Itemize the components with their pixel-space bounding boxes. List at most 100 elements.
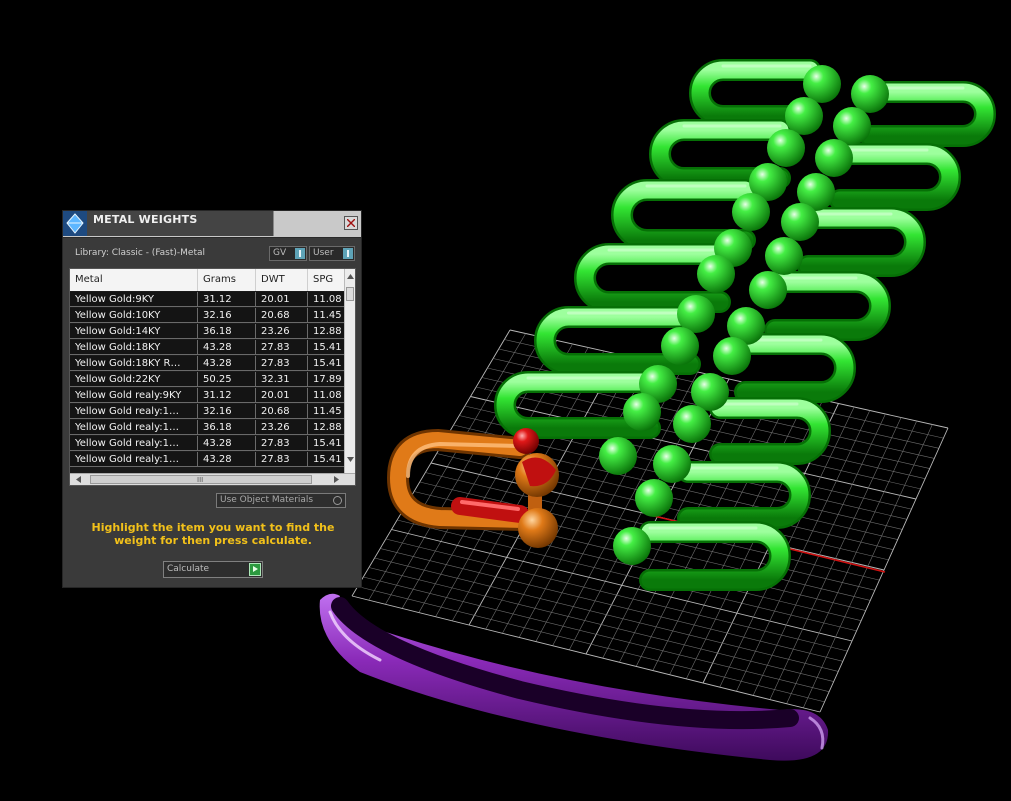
user-toggle[interactable]: User (309, 246, 355, 261)
chain-bead (673, 405, 711, 443)
chain-bead (749, 271, 787, 309)
chain-bead (653, 445, 691, 483)
toggle-indicator-icon (295, 248, 305, 259)
chain-link-right-shade (736, 335, 854, 401)
cell-spg: 11.45 (308, 404, 348, 419)
cell-spg: 15.41 (308, 356, 348, 371)
radio-icon[interactable] (333, 496, 342, 505)
vertical-scroll-thumb[interactable] (346, 287, 354, 301)
cell-metal: Yellow Gold realy:1… (70, 420, 198, 435)
title-tab: METAL WEIGHTS (87, 211, 274, 236)
cell-grams: 43.28 (198, 340, 256, 355)
chain-bead (765, 237, 803, 275)
chain-bead (613, 527, 651, 565)
cell-grams: 43.28 (198, 452, 256, 467)
column-header-dwt[interactable]: DWT (256, 269, 308, 291)
cell-dwt: 27.83 (256, 340, 308, 355)
cell-dwt: 20.68 (256, 308, 308, 323)
table-row[interactable]: Yellow Gold:10KY 32.16 20.68 11.45 (70, 308, 348, 323)
cell-grams: 31.12 (198, 292, 256, 307)
scroll-up-arrow-icon[interactable] (346, 273, 355, 281)
green-chain-model[interactable] (494, 59, 996, 591)
cell-grams: 43.28 (198, 436, 256, 451)
close-icon (347, 219, 355, 227)
column-header-metal[interactable]: Metal (70, 269, 198, 291)
panel-title: METAL WEIGHTS (93, 213, 198, 226)
user-label: User (313, 248, 334, 258)
cell-dwt: 20.01 (256, 388, 308, 403)
cell-dwt: 23.26 (256, 420, 308, 435)
table-row[interactable]: Yellow Gold:9KY 31.12 20.01 11.08 (70, 292, 348, 307)
cell-metal: Yellow Gold realy:9KY (70, 388, 198, 403)
table-row[interactable]: Yellow Gold realy:1… 43.28 27.83 15.41 (70, 436, 348, 451)
chain-link-right-shade (711, 399, 829, 463)
cell-spg: 12.88 (308, 420, 348, 435)
chain-bead (732, 193, 770, 231)
chain-bead (785, 97, 823, 135)
cell-dwt: 27.83 (256, 436, 308, 451)
table-row[interactable]: Yellow Gold realy:1… 32.16 20.68 11.45 (70, 404, 348, 419)
table-row[interactable]: Yellow Gold:22KY 50.25 32.31 17.89 (70, 372, 348, 387)
calculate-button[interactable]: Calculate (163, 561, 263, 578)
chain-bead (635, 479, 673, 517)
orange-clasp-model[interactable] (386, 428, 559, 548)
cell-grams: 36.18 (198, 324, 256, 339)
cell-grams: 36.18 (198, 420, 256, 435)
chain-bead (713, 337, 751, 375)
metal-weights-panel: METAL WEIGHTS Library: Classic - (Fast)-… (62, 210, 362, 588)
table-row[interactable]: Yellow Gold realy:9KY 31.12 20.01 11.08 (70, 388, 348, 403)
close-button[interactable] (344, 216, 358, 230)
chain-bead (697, 255, 735, 293)
cell-dwt: 27.83 (256, 356, 308, 371)
gv-toggle[interactable]: GV (269, 246, 307, 261)
chain-link-right-shade (799, 209, 924, 275)
chain-bead (623, 393, 661, 431)
table-row[interactable]: Yellow Gold realy:1… 43.28 27.83 15.41 (70, 452, 348, 467)
table-row[interactable]: Yellow Gold:18KY 43.28 27.83 15.41 (70, 340, 348, 355)
panel-header[interactable]: METAL WEIGHTS (63, 211, 361, 238)
cell-metal: Yellow Gold:22KY (70, 372, 198, 387)
chain-link-right-shade (766, 273, 889, 339)
chain-bead (767, 129, 805, 167)
gv-label: GV (273, 248, 287, 258)
cell-grams: 43.28 (198, 356, 256, 371)
cell-metal: Yellow Gold:14KY (70, 324, 198, 339)
table-row[interactable]: Yellow Gold:18KY R… 43.28 27.83 15.41 (70, 356, 348, 371)
scroll-left-arrow-icon[interactable] (75, 475, 83, 484)
chain-bead (599, 437, 637, 475)
cell-spg: 15.41 (308, 452, 348, 467)
purple-ring-model[interactable] (319, 593, 829, 761)
instruction-text: Highlight the item you want to find the … (91, 521, 335, 547)
scroll-down-arrow-icon[interactable] (346, 455, 355, 463)
cell-dwt: 32.31 (256, 372, 308, 387)
cell-grams: 32.16 (198, 308, 256, 323)
play-arrow-icon (249, 563, 261, 576)
column-header-spg[interactable]: SPG (308, 269, 348, 291)
use-object-materials-option[interactable]: Use Object Materials (216, 493, 346, 508)
chain-bead (691, 373, 729, 411)
chain-bead (781, 203, 819, 241)
vertical-scrollbar[interactable] (344, 269, 355, 474)
chain-bead (833, 107, 871, 145)
library-label: Library: Classic - (Fast)-Metal (75, 248, 206, 258)
calculate-label: Calculate (167, 564, 210, 574)
cell-spg: 12.88 (308, 324, 348, 339)
use-object-materials-label: Use Object Materials (220, 495, 314, 505)
chain-link-right-shade (641, 523, 789, 589)
scroll-right-arrow-icon[interactable] (332, 475, 340, 484)
cell-spg: 11.08 (308, 388, 348, 403)
cell-spg: 11.08 (308, 292, 348, 307)
chain-bead (851, 75, 889, 113)
metal-table[interactable]: Metal Grams DWT SPG Yellow Gold:9KY 31.12… (69, 268, 356, 486)
cell-dwt: 20.01 (256, 292, 308, 307)
table-row[interactable]: Yellow Gold realy:1… 36.18 23.26 12.88 (70, 420, 348, 435)
cell-metal: Yellow Gold:18KY (70, 340, 198, 355)
column-header-grams[interactable]: Grams (198, 269, 256, 291)
cell-grams: 31.12 (198, 388, 256, 403)
cell-grams: 32.16 (198, 404, 256, 419)
table-row[interactable]: Yellow Gold:14KY 36.18 23.26 12.88 (70, 324, 348, 339)
horizontal-scroll-thumb[interactable]: III (90, 475, 312, 484)
cell-metal: Yellow Gold realy:1… (70, 436, 198, 451)
table-header: Metal Grams DWT SPG (70, 269, 348, 291)
horizontal-scrollbar[interactable]: III (70, 473, 355, 485)
